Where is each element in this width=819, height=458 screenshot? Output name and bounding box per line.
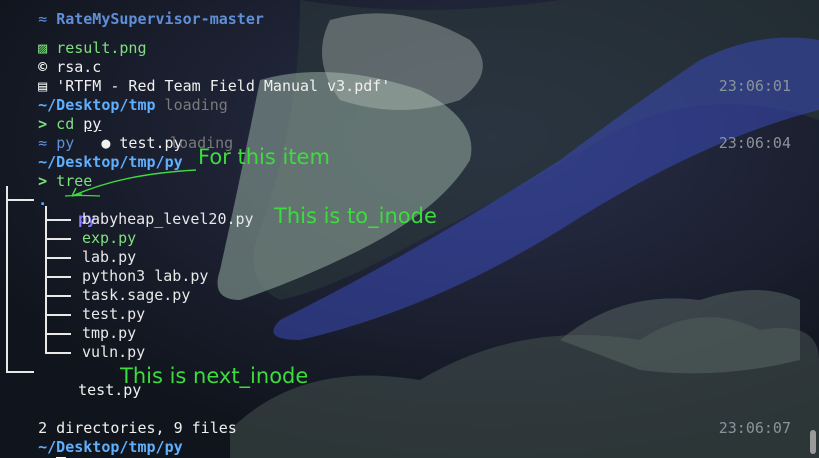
ls-output-line: ≈ py ● test.py bbox=[2, 115, 183, 152]
path-dir: tmp bbox=[128, 96, 156, 114]
tree-branch-line bbox=[45, 352, 71, 354]
annotation-next-inode: This is next_inode bbox=[120, 364, 309, 388]
tree-file: test.py bbox=[82, 305, 145, 324]
tree-file: vuln.py bbox=[82, 343, 145, 362]
tree-file-name: vuln.py bbox=[82, 343, 146, 361]
tree-file-name: lab.py bbox=[82, 248, 137, 266]
tree-branch-line bbox=[45, 219, 71, 221]
tree-file: tmp.py bbox=[82, 324, 136, 343]
annotation-for-this-item: For this item bbox=[198, 145, 330, 169]
prompt-path-line: ~/Desktop/tmp/py bbox=[2, 134, 183, 171]
tree-file: exp.py bbox=[82, 229, 136, 248]
command-line: > cd py bbox=[2, 96, 101, 133]
tree-branch-line bbox=[45, 257, 71, 259]
tree-branch-line bbox=[45, 295, 71, 297]
path-dir: py bbox=[164, 438, 183, 456]
prompt-path-line: ~/Desktop/tmp/py bbox=[2, 419, 183, 456]
tree-file-name: exp.py bbox=[82, 229, 137, 247]
ghost-text: loading bbox=[155, 96, 228, 114]
tree-file: babyheap_level20.py bbox=[82, 210, 254, 229]
command-text: tree bbox=[47, 172, 93, 190]
tree-branch-line bbox=[45, 276, 71, 278]
tree-file: lab.py bbox=[82, 248, 136, 267]
tree-file: task.sage.py bbox=[82, 286, 190, 305]
tree-branch-line bbox=[45, 314, 71, 316]
scrollbar[interactable] bbox=[807, 0, 817, 458]
tree-root: . bbox=[2, 172, 47, 209]
path-dir: py bbox=[164, 153, 183, 171]
annotation-to-inode: This is to_inode bbox=[274, 204, 437, 228]
prompt-timestamp: 23:06:01 bbox=[718, 77, 791, 95]
prompt-timestamp: 23:06:07 bbox=[718, 419, 791, 437]
tree-file-name: python3 lab.py bbox=[82, 267, 209, 285]
tree-summary: 2 directories, 9 files bbox=[2, 400, 237, 437]
tree-file-name: babyheap_level20.py bbox=[82, 210, 254, 228]
prompt-path-line: ~/Desktop/tmp loading bbox=[2, 77, 228, 114]
ls-entry-file: ▨ result.png bbox=[2, 20, 146, 57]
terminal-window[interactable]: ≈ RateMySupervisor-master ▨ result.png ©… bbox=[0, 0, 819, 458]
prompt-timestamp: 23:06:04 bbox=[718, 134, 791, 152]
ls-entry-dir: ≈ RateMySupervisor-master bbox=[2, 0, 264, 28]
tree-file-name: task.sage.py bbox=[82, 286, 191, 304]
tree-branch-line bbox=[6, 199, 34, 201]
ls-entry-file: ▤ 'RTFM - Red Team Field Manual v3.pdf' bbox=[2, 58, 390, 95]
scrollbar-thumb[interactable] bbox=[810, 430, 816, 454]
tree-branch-line bbox=[6, 371, 34, 373]
tree-file-name: test.py bbox=[82, 305, 146, 323]
ls-entry-file: © rsa.c bbox=[2, 39, 101, 76]
tree-file: python3 lab.py bbox=[82, 267, 208, 286]
command-line: > tree bbox=[2, 153, 92, 190]
command-line[interactable]: > bbox=[2, 438, 67, 458]
tree-branch-line bbox=[45, 333, 71, 335]
tree-branch-line bbox=[45, 238, 71, 240]
tree-file-name: tmp.py bbox=[82, 324, 137, 342]
tree-branch-line bbox=[6, 186, 8, 372]
tree-dir: py bbox=[42, 191, 96, 228]
